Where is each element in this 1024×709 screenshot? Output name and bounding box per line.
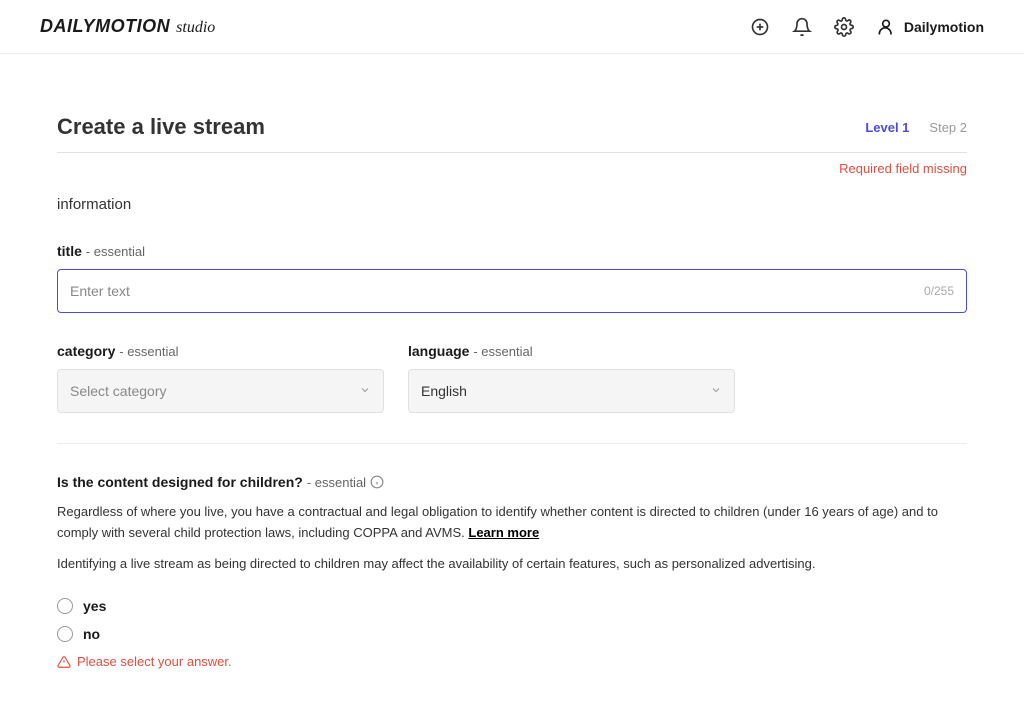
category-field: category - essential Select category [57,343,384,413]
category-label: category - essential [57,343,384,359]
app-header: DAILYMOTION studio Dailymotion [0,0,1024,54]
divider [57,152,967,153]
step-2[interactable]: Step 2 [929,120,967,135]
children-heading: Is the content designed for children? - … [57,474,967,490]
step-1[interactable]: Level 1 [865,120,909,135]
logo[interactable]: DAILYMOTION studio [40,16,215,37]
radio-no-label: no [83,626,100,642]
language-label: language - essential [408,343,735,359]
title-input-wrap: 0/255 [57,269,967,313]
user-menu[interactable]: Dailymotion [876,17,984,37]
title-label: title - essential [57,243,967,259]
logo-main-text: DAILYMOTION [40,16,170,37]
children-radio-group: yes no [57,598,967,642]
section-divider [57,443,967,444]
gear-icon[interactable] [834,17,854,37]
page-title: Create a live stream [57,114,265,140]
plus-icon[interactable] [750,17,770,37]
radio-yes[interactable]: yes [57,598,967,614]
title-input[interactable] [70,283,914,299]
language-field: language - essential English [408,343,735,413]
bell-icon[interactable] [792,17,812,37]
warning-icon [57,655,71,669]
steps: Level 1 Step 2 [865,120,967,135]
children-help-2: Identifying a live stream as being direc… [57,554,967,575]
title-field: title - essential 0/255 [57,243,967,313]
section-heading: information [57,196,967,213]
chevron-down-icon [359,383,371,399]
user-icon [876,17,896,37]
category-placeholder: Select category [70,383,167,399]
category-language-row: category - essential Select category lan… [57,343,967,413]
chevron-down-icon [710,383,722,399]
header-actions: Dailymotion [750,17,984,37]
title-counter: 0/255 [914,284,954,298]
user-name: Dailymotion [904,19,984,35]
radio-yes-label: yes [83,598,106,614]
language-value: English [421,383,467,399]
children-help-1: Regardless of where you live, you have a… [57,502,967,544]
info-icon[interactable] [370,475,384,489]
category-select[interactable]: Select category [57,369,384,413]
radio-no[interactable]: no [57,626,967,642]
radio-circle-icon [57,598,73,614]
radio-circle-icon [57,626,73,642]
title-row: Create a live stream Level 1 Step 2 [57,114,967,140]
error-banner: Required field missing [57,161,967,176]
logo-sub-text: studio [176,19,215,37]
language-select[interactable]: English [408,369,735,413]
children-error: Please select your answer. [57,654,967,669]
learn-more-link[interactable]: Learn more [468,525,539,540]
main-content: Create a live stream Level 1 Step 2 Requ… [27,54,997,709]
